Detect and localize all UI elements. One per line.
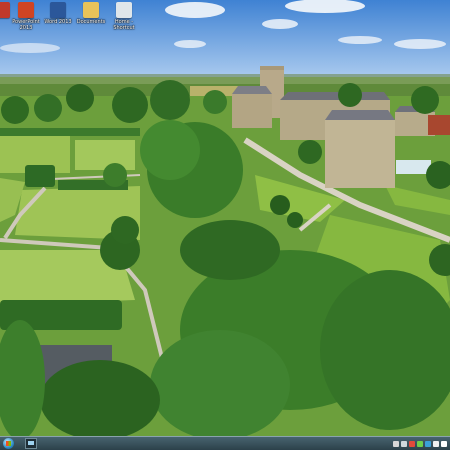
cloud — [174, 40, 206, 48]
shortcut-icon — [116, 2, 132, 18]
documents-folder-icon — [83, 2, 99, 18]
tree — [1, 96, 29, 124]
cloud — [0, 43, 60, 53]
volume-icon[interactable] — [401, 441, 407, 447]
tree — [112, 87, 148, 123]
desktop-icon-label: PowerPoint 2013 — [12, 19, 40, 31]
word-icon — [50, 2, 66, 18]
monitor-icon — [28, 441, 34, 445]
desktop-icon-home-shortcut[interactable]: Home - Shortcut — [106, 2, 142, 31]
wallpaper-photo — [0, 0, 450, 436]
battery-icon[interactable] — [417, 441, 423, 447]
chapel — [232, 94, 272, 128]
cloud — [262, 19, 298, 29]
desktop-icon-word[interactable]: Word 2013 — [40, 2, 76, 25]
tree — [150, 330, 290, 436]
tree — [34, 94, 62, 122]
tree — [140, 120, 200, 180]
desktop-icon-label: Word 2013 — [44, 19, 72, 25]
flag-icon[interactable] — [409, 441, 415, 447]
tree — [298, 140, 322, 164]
desktop: PowerPoint 2013 Word 2013 Documents Home… — [0, 0, 450, 436]
tree — [103, 163, 127, 187]
tree — [203, 90, 227, 114]
tree — [287, 212, 303, 228]
language-icon[interactable] — [433, 441, 439, 447]
powerpoint-icon — [18, 2, 34, 18]
tree — [411, 86, 439, 114]
clock-icon[interactable] — [441, 441, 447, 447]
desktop-icon-powerpoint[interactable]: PowerPoint 2013 — [8, 2, 44, 31]
hedge — [0, 128, 140, 136]
cloud — [165, 2, 225, 18]
taskbar — [0, 436, 450, 450]
tree — [338, 83, 362, 107]
cloud — [394, 39, 446, 49]
lawn — [75, 140, 135, 170]
security-icon[interactable] — [425, 441, 431, 447]
cloud — [338, 36, 382, 44]
desktop-icon-documents[interactable]: Documents — [73, 2, 109, 25]
start-button[interactable] — [3, 438, 14, 449]
system-tray — [393, 439, 447, 449]
network-icon[interactable] — [393, 441, 399, 447]
hedge — [25, 165, 55, 187]
windows-start-orb-icon — [6, 441, 11, 446]
abbey-wing — [325, 120, 395, 188]
desktop-icon-label: Documents — [76, 19, 106, 25]
tree — [150, 80, 190, 120]
taskbar-pinned-app[interactable] — [25, 438, 37, 449]
tree — [66, 84, 94, 112]
desktop-icon-label: Home - Shortcut — [113, 19, 135, 31]
tree — [180, 220, 280, 280]
greenhouse — [396, 160, 431, 174]
tree — [270, 195, 290, 215]
tree — [111, 216, 139, 244]
